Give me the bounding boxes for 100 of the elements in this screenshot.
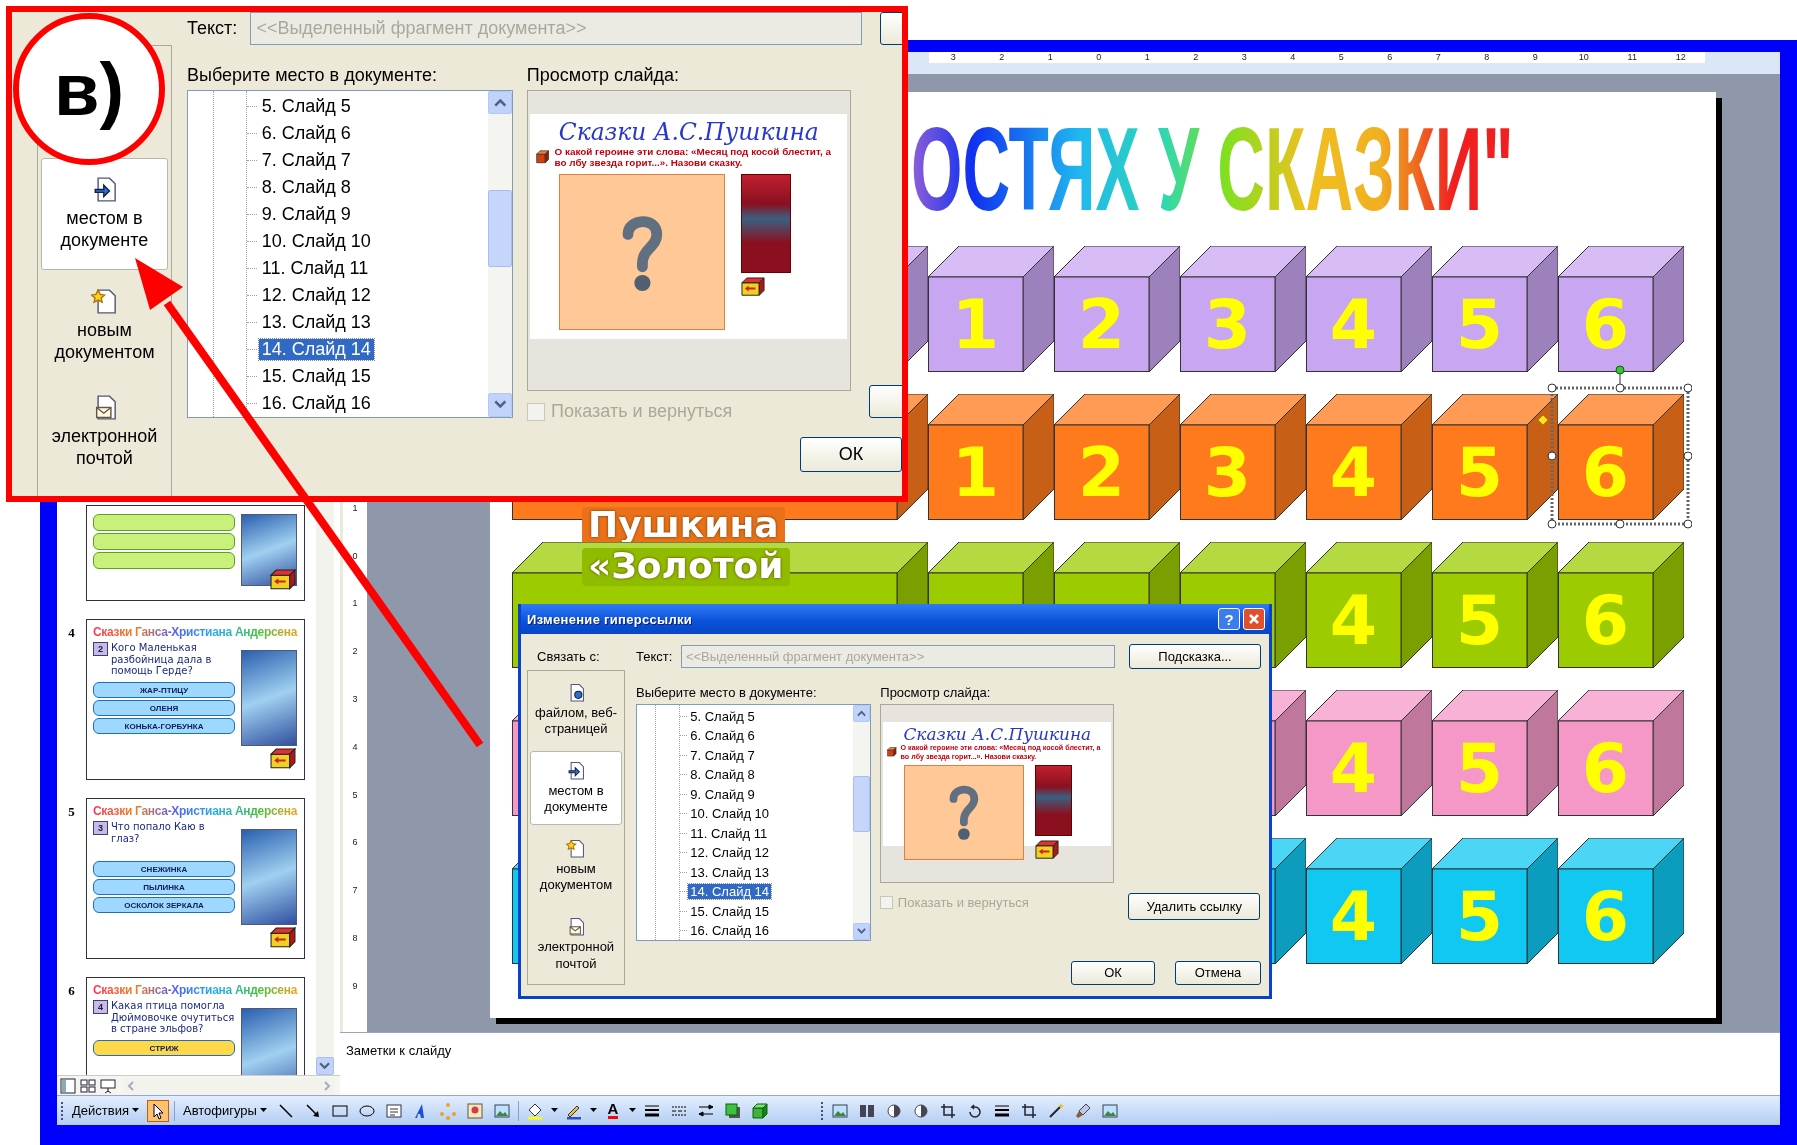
question-badge: 3 bbox=[93, 821, 108, 835]
list-item[interactable]: 5. Слайд 5 bbox=[688, 708, 757, 724]
list-item[interactable]: 6. Слайд 6 bbox=[259, 122, 354, 144]
caret-icon bbox=[628, 1108, 636, 1113]
list-item[interactable]: 11. Слайд 11 bbox=[688, 825, 770, 841]
back-button-icon bbox=[1035, 840, 1060, 860]
scroll-thumb[interactable] bbox=[488, 190, 512, 268]
list-item[interactable]: 9. Слайд 9 bbox=[259, 203, 354, 225]
link-target-button[interactable]: новым документом bbox=[40, 270, 169, 382]
question-badge: 2 bbox=[93, 642, 108, 656]
list-item[interactable]: 16. Слайд 16 bbox=[259, 392, 374, 414]
clipart-icon bbox=[465, 1101, 484, 1120]
answer-button: ОЛЕНЯ bbox=[93, 700, 235, 716]
list-item[interactable]: 5. Слайд 5 bbox=[259, 95, 354, 117]
scroll-up-button[interactable] bbox=[853, 705, 871, 722]
ok-button[interactable]: ОК bbox=[800, 436, 902, 472]
picture-icon bbox=[1100, 1101, 1119, 1120]
ruler-number: 8 bbox=[1462, 52, 1511, 63]
list-item[interactable]: 12. Слайд 12 bbox=[688, 845, 771, 861]
chevron-up-icon bbox=[493, 98, 507, 108]
slide-thumbnail[interactable]: Сказки Ганса-Христиана Андерсена 4 Какая птица помогла Дюймовочке очутиться в стране эльфов? СТРИЖ bbox=[86, 977, 305, 1075]
slide-number: 4 bbox=[67, 624, 76, 641]
ruler-number: 3 bbox=[1220, 52, 1269, 63]
ruler-number: 11 bbox=[1608, 52, 1657, 63]
shadow-icon bbox=[723, 1101, 742, 1120]
normal-view-icon[interactable] bbox=[60, 1077, 76, 1094]
list-item[interactable]: 7. Слайд 7 bbox=[259, 149, 354, 171]
font-color-button[interactable]: A bbox=[601, 1099, 624, 1122]
slide-thumbnail[interactable] bbox=[86, 505, 305, 601]
slideshow-icon[interactable] bbox=[100, 1077, 116, 1094]
link-target-button[interactable]: электронной почтой bbox=[40, 382, 169, 482]
list-item[interactable]: 14. Слайд 14 bbox=[688, 884, 771, 900]
list-item[interactable]: 8. Слайд 8 bbox=[688, 767, 757, 783]
actions-menu[interactable]: Действия bbox=[69, 1101, 142, 1120]
ruler-number: 3 bbox=[352, 693, 358, 707]
brush-icon bbox=[1073, 1101, 1092, 1120]
hint-button[interactable]: Подсказка... bbox=[1129, 644, 1261, 669]
answer-button: ПЫЛИНКА bbox=[93, 879, 235, 895]
list-item[interactable]: 15. Слайд 15 bbox=[688, 903, 771, 919]
slide-thumbnail[interactable]: Сказки Ганса-Христиана Андерсена 3 Что попало Каю в глаз? СНЕЖИНКА ПЫЛИНКА ОСКОЛОК ЗЕРКАЛА bbox=[86, 798, 305, 959]
close-icon bbox=[1248, 613, 1260, 625]
help-button[interactable]: ? bbox=[1218, 608, 1240, 630]
scroll-down-button[interactable] bbox=[316, 1057, 334, 1075]
thumbnail-title: Сказки Ганса-Христиана Андерсена bbox=[93, 804, 298, 818]
button-edge[interactable] bbox=[868, 385, 902, 418]
slide-sorter-icon[interactable] bbox=[80, 1077, 96, 1094]
answer-button: СНЕЖИНКА bbox=[93, 861, 235, 877]
scroll-down-button[interactable] bbox=[488, 393, 512, 417]
answer-button: ЖАР-ПТИЦУ bbox=[93, 682, 235, 698]
slide-list[interactable]: 5. Слайд 5 6. Слайд 6 7. Слайд 7 8. Слайд 8 9. Слайд 9 10. Слайд 10 11. Слайд 11 12. Слайд 12 13. Слайд 13 14. Слайд 14 15. Слайд 15 16. Слайд 16 bbox=[187, 90, 513, 418]
ruler-number: 6 bbox=[1365, 52, 1414, 63]
list-item[interactable]: 12. Слайд 12 bbox=[259, 284, 374, 306]
list-item[interactable]: 6. Слайд 6 bbox=[688, 728, 757, 744]
list-item[interactable]: 13. Слайд 13 bbox=[688, 864, 771, 880]
new-document-icon bbox=[566, 838, 586, 859]
select-tool-button[interactable] bbox=[146, 1099, 169, 1122]
autoshapes-menu[interactable]: Автофигуры bbox=[179, 1101, 270, 1120]
row-label: Пушкина bbox=[582, 507, 785, 545]
link-target-button[interactable]: местом в документе bbox=[529, 751, 623, 826]
link-target-button[interactable]: местом в документе bbox=[40, 158, 169, 270]
list-item[interactable]: 16. Слайд 16 bbox=[688, 923, 771, 939]
cancel-button[interactable]: Отмена bbox=[1175, 960, 1261, 985]
chevron-up-icon bbox=[857, 710, 867, 717]
remove-link-button[interactable]: Удалить ссылку bbox=[1128, 893, 1261, 920]
preview-title: Сказки А.С.Пушкина bbox=[557, 118, 820, 146]
list-item[interactable]: 7. Слайд 7 bbox=[688, 747, 757, 763]
scroll-down-button[interactable] bbox=[853, 922, 871, 940]
picture-icon bbox=[830, 1101, 849, 1120]
link-target-button[interactable]: электронной почтой bbox=[529, 906, 623, 983]
preview-question: О какой героине эти слова: «Месяц под косой блестит, а во лбу звезда горит...». Назови сказку. bbox=[554, 146, 832, 169]
preview-label: Просмотр слайда: bbox=[880, 685, 992, 700]
ruler-number: 2 bbox=[352, 645, 358, 659]
ruler-number: 12 bbox=[1656, 52, 1705, 63]
notes-text[interactable]: Заметки к слайду bbox=[346, 1043, 452, 1058]
list-item[interactable]: 14. Слайд 14 bbox=[259, 338, 374, 360]
dialog-title: Изменение гиперссылки bbox=[527, 611, 694, 627]
list-item[interactable]: 8. Слайд 8 bbox=[259, 176, 354, 198]
question-badge: 4 bbox=[93, 1000, 108, 1014]
caret-icon bbox=[550, 1108, 558, 1113]
close-button[interactable] bbox=[1243, 608, 1265, 630]
chevron-down-icon bbox=[857, 927, 867, 935]
slide-thumbnail[interactable]: Сказки Ганса-Христиана Андерсена 2 Кого Маленькая разбойница дала в помощь Герде? ЖАР-ПТИЦУ ОЛЕНЯ КОНЬКА-ГОРБУНКА bbox=[86, 619, 305, 780]
list-item[interactable]: 9. Слайд 9 bbox=[688, 786, 757, 802]
list-item[interactable]: 10. Слайд 10 bbox=[259, 230, 374, 252]
back-button-icon bbox=[270, 748, 296, 769]
chevron-down-icon bbox=[493, 400, 507, 410]
cube-icon bbox=[750, 1101, 769, 1120]
ruler-number: 4 bbox=[352, 740, 358, 754]
list-item[interactable]: 10. Слайд 10 bbox=[688, 806, 771, 822]
link-target-button[interactable]: файлом, веб-страницей bbox=[529, 672, 623, 749]
list-item[interactable]: 11. Слайд 11 bbox=[259, 257, 371, 279]
scroll-thumb[interactable] bbox=[853, 776, 871, 833]
ok-button[interactable]: ОК bbox=[1071, 960, 1155, 985]
text-label: Текст: bbox=[187, 18, 238, 38]
slide-list[interactable]: 5. Слайд 5 6. Слайд 6 7. Слайд 7 8. Слайд 8 9. Слайд 9 10. Слайд 10 11. Слайд 11 12. Слайд 12 13. Слайд 13 14. Слайд 14 15. Слайд 15 16. Слайд 16 bbox=[636, 704, 872, 941]
list-item[interactable]: 13. Слайд 13 bbox=[259, 311, 374, 333]
scroll-up-button[interactable] bbox=[488, 91, 512, 115]
link-target-button[interactable]: новым документом bbox=[529, 827, 623, 904]
document-envelope-icon bbox=[566, 917, 586, 937]
list-item[interactable]: 15. Слайд 15 bbox=[259, 365, 374, 387]
